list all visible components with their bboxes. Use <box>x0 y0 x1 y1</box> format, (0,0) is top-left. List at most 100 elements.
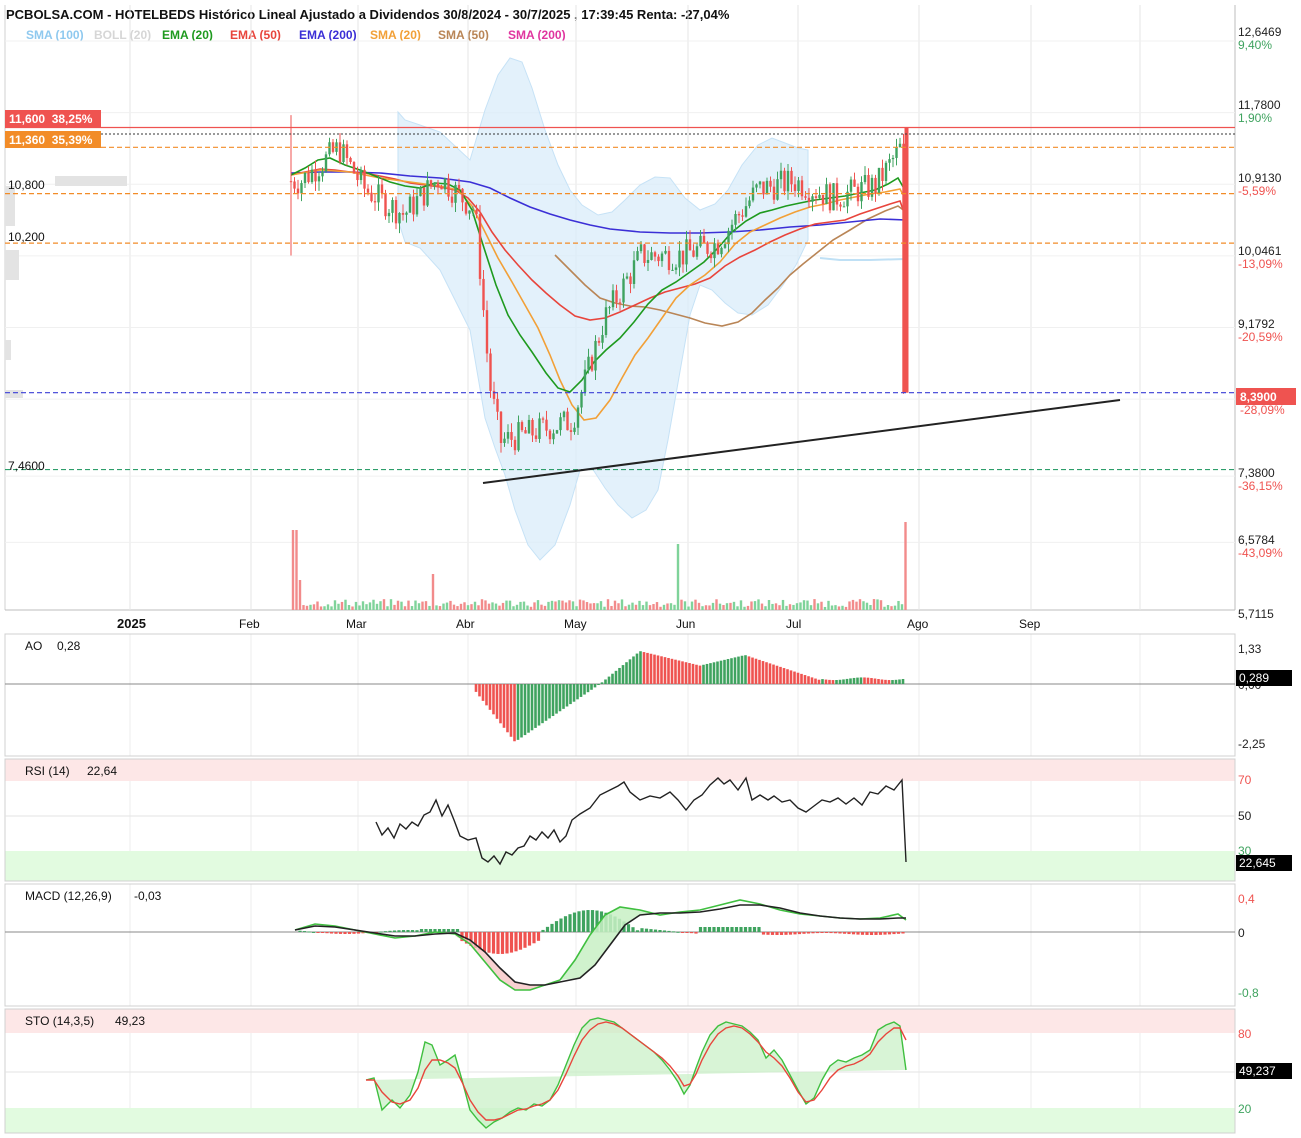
macd-bar <box>824 932 829 934</box>
candle-body <box>293 181 296 189</box>
volume-bar <box>526 605 529 610</box>
macd-bar <box>685 932 689 933</box>
macd-bar <box>523 932 527 948</box>
candle-body <box>310 169 314 183</box>
ao-bar <box>838 679 842 684</box>
candle-body <box>380 184 384 194</box>
volume-bar <box>697 602 701 610</box>
volume-bar <box>879 600 883 610</box>
volume-bar <box>718 603 722 610</box>
volume-bar <box>883 606 886 610</box>
macd-bar <box>392 930 397 932</box>
macd-bar <box>743 927 748 932</box>
candle-body <box>338 142 342 163</box>
macd-bar <box>725 927 730 932</box>
ao-bar <box>730 658 733 684</box>
volume-bar <box>708 605 711 610</box>
volume-bar <box>547 601 550 610</box>
candle-body <box>618 302 622 304</box>
candle-body <box>692 250 695 257</box>
volume-bar <box>512 606 515 610</box>
volume-bar <box>876 599 879 610</box>
ao-bar <box>499 684 502 724</box>
macd-bar <box>541 929 545 932</box>
ao-bar <box>772 664 775 684</box>
macd-bar <box>865 932 869 935</box>
candle-body <box>853 179 856 187</box>
macd-bar <box>428 929 433 932</box>
volume-bar <box>508 600 512 610</box>
candle-body <box>811 196 814 202</box>
candle-body <box>433 182 436 187</box>
chart-title: PCBOLSA.COM - HOTELBEDS Histórico Lineal… <box>6 7 730 22</box>
volume-bar <box>827 600 830 610</box>
candle-body <box>303 172 307 184</box>
ao-bar <box>688 663 691 684</box>
candle-body <box>356 173 359 181</box>
ao-bar <box>747 656 751 684</box>
ao-bar <box>821 679 824 684</box>
volume-bar <box>774 603 778 610</box>
volume-bar <box>711 602 715 610</box>
ao-bar <box>555 684 558 714</box>
rsi-label: RSI (14) <box>25 764 70 778</box>
candle-body <box>681 250 685 265</box>
candle-body <box>695 246 699 257</box>
ao-bar <box>586 684 590 693</box>
ao-bar <box>481 684 485 701</box>
ao-bar <box>485 684 488 706</box>
macd-bar <box>667 930 671 932</box>
volume-bar <box>841 605 844 610</box>
ao-bar <box>670 658 674 684</box>
macd-bar <box>847 932 851 935</box>
volume-bar <box>904 522 907 610</box>
volume-bar <box>382 599 386 610</box>
macd-bar <box>883 932 887 935</box>
candle-body <box>629 276 632 284</box>
candle-body <box>373 201 377 203</box>
legend-sma100: SMA (100) <box>26 28 84 42</box>
candle-body <box>765 180 769 195</box>
candle-body <box>422 187 426 206</box>
candle-body <box>821 194 825 204</box>
volume-bar <box>610 606 613 610</box>
candle-body <box>653 252 657 257</box>
volume-bar <box>893 605 897 610</box>
macd-bar <box>509 932 514 953</box>
volume-bar <box>449 600 452 610</box>
candle-body <box>464 202 468 214</box>
ao-bar <box>712 662 716 684</box>
last-price: 8,3900 <box>1240 390 1277 404</box>
candle-body <box>839 204 842 207</box>
candle-body <box>496 398 499 412</box>
ao-bar <box>894 679 898 684</box>
macd-bar <box>779 932 784 935</box>
candle-body <box>398 213 401 224</box>
macd-bar <box>757 927 761 932</box>
macd-bar <box>455 929 460 932</box>
volume-bar <box>599 601 603 610</box>
volume-bar <box>424 601 428 610</box>
price-tick: 9,1792 <box>1238 317 1275 331</box>
ao-bar <box>842 679 845 684</box>
volume-bar <box>407 600 410 610</box>
ao-bar <box>835 680 838 684</box>
candle-body <box>832 183 835 211</box>
candle-body <box>555 430 559 434</box>
level-label-11360: 11,360 35,39% <box>5 131 101 148</box>
volume-bar <box>536 600 540 610</box>
volume-bar <box>505 600 508 610</box>
volume-bar <box>855 601 858 610</box>
volume-bar <box>477 605 480 610</box>
sto-tick: 20 <box>1238 1102 1252 1116</box>
candle-body <box>324 154 328 172</box>
volume-bar <box>550 600 554 610</box>
macd-bar <box>559 918 563 932</box>
macd-bar <box>316 932 320 933</box>
candle-body <box>538 418 541 439</box>
volume-bar <box>764 606 767 610</box>
chart-canvas: PCBOLSA.COM - HOTELBEDS Histórico Lineal… <box>0 0 1301 1138</box>
volume-bar <box>410 606 414 610</box>
candle-body <box>713 243 716 259</box>
macd-bar <box>860 932 865 935</box>
